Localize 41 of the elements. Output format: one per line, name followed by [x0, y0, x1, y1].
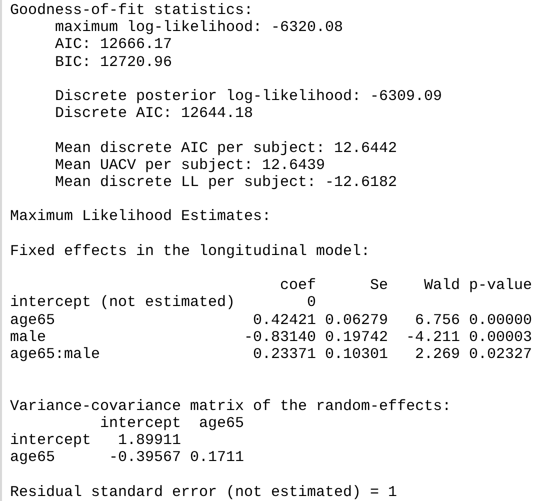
section-heading: Fixed effects in the longitudinal model:: [10, 242, 370, 260]
row-label: age65: [10, 449, 56, 466]
statistic-line: BIC: 12720.96: [55, 54, 172, 71]
column-header: p-value: [468, 277, 532, 294]
table-cell-text: 0.42421: [252, 312, 316, 329]
statistic-line: AIC: 12666.17: [55, 36, 172, 54]
statistic-line: maximum log-likelihood: -6320.08: [55, 19, 344, 36]
column-header: coef: [279, 277, 316, 294]
statistic-line: Mean UACV per subject: 12.6439: [55, 156, 326, 174]
column-header: age65: [198, 414, 244, 432]
table-cell-text: 0.19742: [324, 328, 388, 346]
statistic-line: Discrete posterior log-likelihood: -6309.09: [55, 88, 442, 105]
table-cell-text: 0.10301: [324, 346, 388, 364]
table-cell-text: 0.06279: [324, 312, 388, 329]
statistic-line: Discrete AIC: 12644.18: [55, 105, 254, 122]
row-label: intercept (not estimated): [10, 294, 236, 312]
section-heading: Maximum Likelihood Estimates:: [10, 208, 272, 226]
table-cell-text: 1.89911: [116, 432, 181, 450]
column-header: intercept: [100, 414, 181, 432]
table-cell-text: 0.02327: [468, 346, 532, 364]
section-heading: Goodness-of-fit statistics:: [10, 2, 254, 19]
statistic-line: Mean discrete AIC per subject: 12.6442: [55, 140, 398, 157]
table-cell-text: 0.00000: [468, 312, 532, 329]
row-label: age65: [10, 312, 56, 329]
table-cell-text: -4.211: [405, 328, 460, 346]
row-label: age65:male: [10, 346, 102, 364]
table-cell-text: 2.269: [414, 346, 460, 364]
column-header: Se: [369, 277, 388, 294]
statistic-line: Mean discrete LL per subject: -12.6182: [55, 174, 398, 191]
table-cell-text: 0: [306, 294, 316, 312]
table-cell-text: -0.39567: [108, 449, 181, 466]
row-label: male: [10, 328, 48, 346]
table-cell-text: 0.23371: [252, 346, 316, 364]
table-cell-text: 6.756: [414, 312, 460, 329]
table-cell-text: 0.1711: [188, 449, 244, 466]
table-cell-text: 0.00003: [468, 328, 532, 346]
column-header: Wald: [423, 277, 460, 294]
section-heading: Variance-covariance matrix of the random-effects:: [10, 398, 452, 415]
table-cell: -0.83140: [244, 328, 316, 346]
row-label: intercept: [10, 432, 92, 450]
residual-line: Residual standard error (not estimated) = 1: [10, 484, 398, 501]
